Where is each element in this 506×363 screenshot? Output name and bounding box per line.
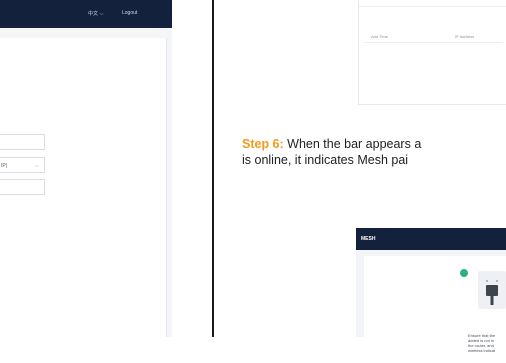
language-switch[interactable]: 中文 ⌵ [88,10,103,17]
select-value: IP) [1,163,8,169]
mesh-device-illustration [478,271,506,309]
mesh-body: Ensure that the added is not in the rout… [364,256,506,353]
chevron-down-icon: ⌵ [35,163,39,169]
mode-select[interactable]: IP) ⌵ [0,157,45,173]
plug-device-icon [486,280,498,305]
router-admin-screenshot: 中文 ⌵ Logout IP) ⌵ [0,0,172,337]
text-field-1[interactable] [0,134,45,150]
step-line-2: is online, it indicates Mesh pai [242,153,409,167]
table-top-divider [359,6,506,7]
mesh-title: MESH [361,236,376,242]
column-add-time: Add Time [371,34,388,39]
step-line-1: Step 6: When the bar appears a [242,136,506,152]
step-badge-icon [460,269,468,277]
mesh-header: MESH [356,228,506,250]
settings-card: IP) ⌵ [0,38,167,337]
language-label: 中文 [88,11,99,17]
step-6-paragraph: Step 6: When the bar appears a is online… [242,136,506,168]
mesh-screenshot: MESH Ensure that the added is not in the… [356,228,506,353]
mesh-instructions: Ensure that the added is not in the rout… [468,333,496,353]
step-label: Step 6: [242,137,284,151]
column-ip-address: IP Address [455,34,475,39]
page-divider [212,0,214,337]
text-field-2[interactable] [0,179,45,195]
chevron-down-icon: ⌵ [99,11,104,17]
admin-header: 中文 ⌵ Logout [0,0,172,28]
step-line-1-text: When the bar appears a [283,137,422,151]
logout-link[interactable]: Logout [122,10,137,16]
table-header-divider [363,42,503,43]
device-table-screenshot: Add Time IP Address [358,0,506,105]
